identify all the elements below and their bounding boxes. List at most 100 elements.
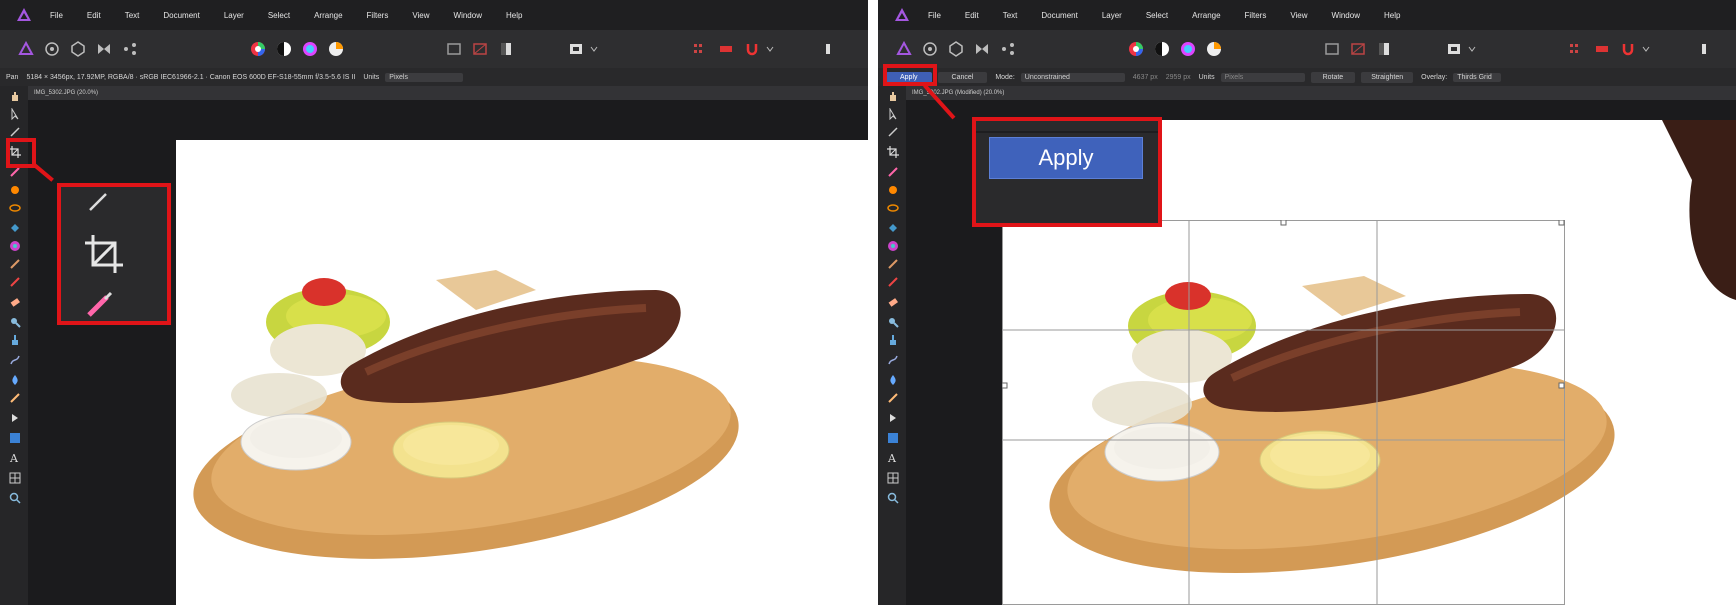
tone-mapping-persona-icon[interactable] — [974, 41, 990, 57]
color-wheel-icon[interactable] — [1128, 41, 1144, 57]
menu-window[interactable]: Window — [1332, 11, 1360, 20]
share-icon[interactable] — [1696, 41, 1712, 57]
erase-brush-tool-icon[interactable] — [9, 296, 21, 308]
paint-brush-tool-icon[interactable] — [887, 258, 899, 270]
mesh-warp-tool-icon[interactable] — [887, 472, 899, 484]
crop-height-field[interactable]: 2959 px — [1166, 74, 1191, 81]
flood-select-tool-icon[interactable] — [9, 184, 21, 196]
flood-fill-tool-icon[interactable] — [887, 222, 899, 234]
magnet-icon[interactable] — [1620, 41, 1636, 57]
mode-select[interactable]: Unconstrained — [1020, 72, 1125, 82]
document-tab[interactable]: IMG_5302.JPG (20.0%) — [28, 86, 868, 100]
color-replacement-tool-icon[interactable] — [887, 276, 899, 288]
assistant-icon[interactable] — [1446, 41, 1462, 57]
dodge-tool-icon[interactable] — [887, 316, 899, 328]
erase-brush-tool-icon[interactable] — [887, 296, 899, 308]
rectangle-tool-icon[interactable] — [9, 432, 21, 444]
menu-text[interactable]: Text — [125, 11, 140, 20]
quick-mask-icon[interactable] — [1376, 41, 1392, 57]
contrast-icon[interactable] — [1154, 41, 1170, 57]
quick-mask-icon[interactable] — [498, 41, 514, 57]
menu-arrange[interactable]: Arrange — [314, 11, 342, 20]
text-tool-icon[interactable]: A — [9, 452, 21, 464]
canvas-workspace[interactable] — [28, 100, 868, 605]
freehand-select-tool-icon[interactable] — [887, 202, 899, 214]
menu-layer[interactable]: Layer — [224, 11, 244, 20]
menu-select[interactable]: Select — [1146, 11, 1168, 20]
color-picker-tool-icon[interactable] — [887, 126, 899, 138]
clone-tool-icon[interactable] — [9, 334, 21, 346]
color-picker-tool-icon[interactable] — [9, 126, 21, 138]
dodge-tool-icon[interactable] — [9, 316, 21, 328]
move-tool-icon[interactable] — [887, 108, 899, 120]
menu-file[interactable]: File — [928, 11, 941, 20]
menu-file[interactable]: File — [50, 11, 63, 20]
menu-filters[interactable]: Filters — [1245, 11, 1267, 20]
zoom-tool-icon[interactable] — [9, 492, 21, 504]
menu-layer[interactable]: Layer — [1102, 11, 1122, 20]
pen-tool-icon[interactable] — [887, 412, 899, 424]
clone-tool-icon[interactable] — [887, 334, 899, 346]
mask-icon[interactable] — [1350, 41, 1366, 57]
chevron-down-icon[interactable] — [1464, 41, 1480, 57]
color-wheel-icon[interactable] — [250, 41, 266, 57]
menu-document[interactable]: Document — [1041, 11, 1077, 20]
tone-mapping-persona-icon[interactable] — [96, 41, 112, 57]
develop-persona-icon[interactable] — [70, 41, 86, 57]
liquify-persona-icon[interactable] — [922, 41, 938, 57]
menu-document[interactable]: Document — [163, 11, 199, 20]
sharpen-brush-tool-icon[interactable] — [9, 392, 21, 404]
blemish-removal-tool-icon[interactable] — [887, 354, 899, 366]
hand-tool-icon[interactable] — [9, 90, 21, 102]
units-select[interactable]: Pixels — [1220, 72, 1305, 82]
gradient-tool-icon[interactable] — [887, 240, 899, 252]
chevron-down-icon[interactable] — [1638, 41, 1654, 57]
marquee-icon[interactable] — [1324, 41, 1340, 57]
share-icon[interactable] — [820, 41, 836, 57]
blur-brush-tool-icon[interactable] — [887, 374, 899, 386]
crop-width-field[interactable]: 4637 px — [1133, 74, 1158, 81]
photo-canvas[interactable] — [176, 140, 868, 605]
develop-persona-icon[interactable] — [948, 41, 964, 57]
photo-persona-icon[interactable] — [896, 41, 912, 57]
hsl-icon[interactable] — [1180, 41, 1196, 57]
rect-select-icon[interactable] — [718, 41, 734, 57]
crop-thirds-grid[interactable] — [1002, 220, 1736, 605]
menu-view[interactable]: View — [412, 11, 429, 20]
freehand-select-tool-icon[interactable] — [9, 202, 21, 214]
paint-brush-tool-icon[interactable] — [9, 258, 21, 270]
cancel-button[interactable]: Cancel — [937, 71, 988, 83]
menu-help[interactable]: Help — [1384, 11, 1400, 20]
menu-edit[interactable]: Edit — [965, 11, 979, 20]
snapping-icon[interactable] — [692, 41, 708, 57]
assistant-icon[interactable] — [568, 41, 584, 57]
flood-select-tool-icon[interactable] — [887, 184, 899, 196]
move-tool-icon[interactable] — [9, 108, 21, 120]
menu-arrange[interactable]: Arrange — [1192, 11, 1220, 20]
menu-select[interactable]: Select — [268, 11, 290, 20]
text-tool-icon[interactable]: A — [887, 452, 899, 464]
export-persona-icon[interactable] — [1000, 41, 1016, 57]
rotate-button[interactable]: Rotate — [1310, 71, 1356, 83]
sharpen-brush-tool-icon[interactable] — [887, 392, 899, 404]
snapping-icon[interactable] — [1568, 41, 1584, 57]
menu-view[interactable]: View — [1290, 11, 1307, 20]
menu-text[interactable]: Text — [1003, 11, 1018, 20]
menu-help[interactable]: Help — [506, 11, 522, 20]
mesh-warp-tool-icon[interactable] — [9, 472, 21, 484]
marquee-icon[interactable] — [446, 41, 462, 57]
document-tab[interactable]: IMG_5302.JPG (Modified) (20.0%) — [906, 86, 1736, 100]
mask-icon[interactable] — [472, 41, 488, 57]
hand-tool-icon[interactable] — [887, 90, 899, 102]
color-replacement-tool-icon[interactable] — [9, 276, 21, 288]
hsl-icon[interactable] — [302, 41, 318, 57]
menu-edit[interactable]: Edit — [87, 11, 101, 20]
blur-brush-tool-icon[interactable] — [9, 374, 21, 386]
zoom-tool-icon[interactable] — [887, 492, 899, 504]
chevron-down-icon[interactable] — [762, 41, 778, 57]
menu-filters[interactable]: Filters — [367, 11, 389, 20]
units-select[interactable]: Pixels — [385, 72, 464, 82]
menu-window[interactable]: Window — [454, 11, 482, 20]
export-persona-icon[interactable] — [122, 41, 138, 57]
photo-persona-icon[interactable] — [18, 41, 34, 57]
